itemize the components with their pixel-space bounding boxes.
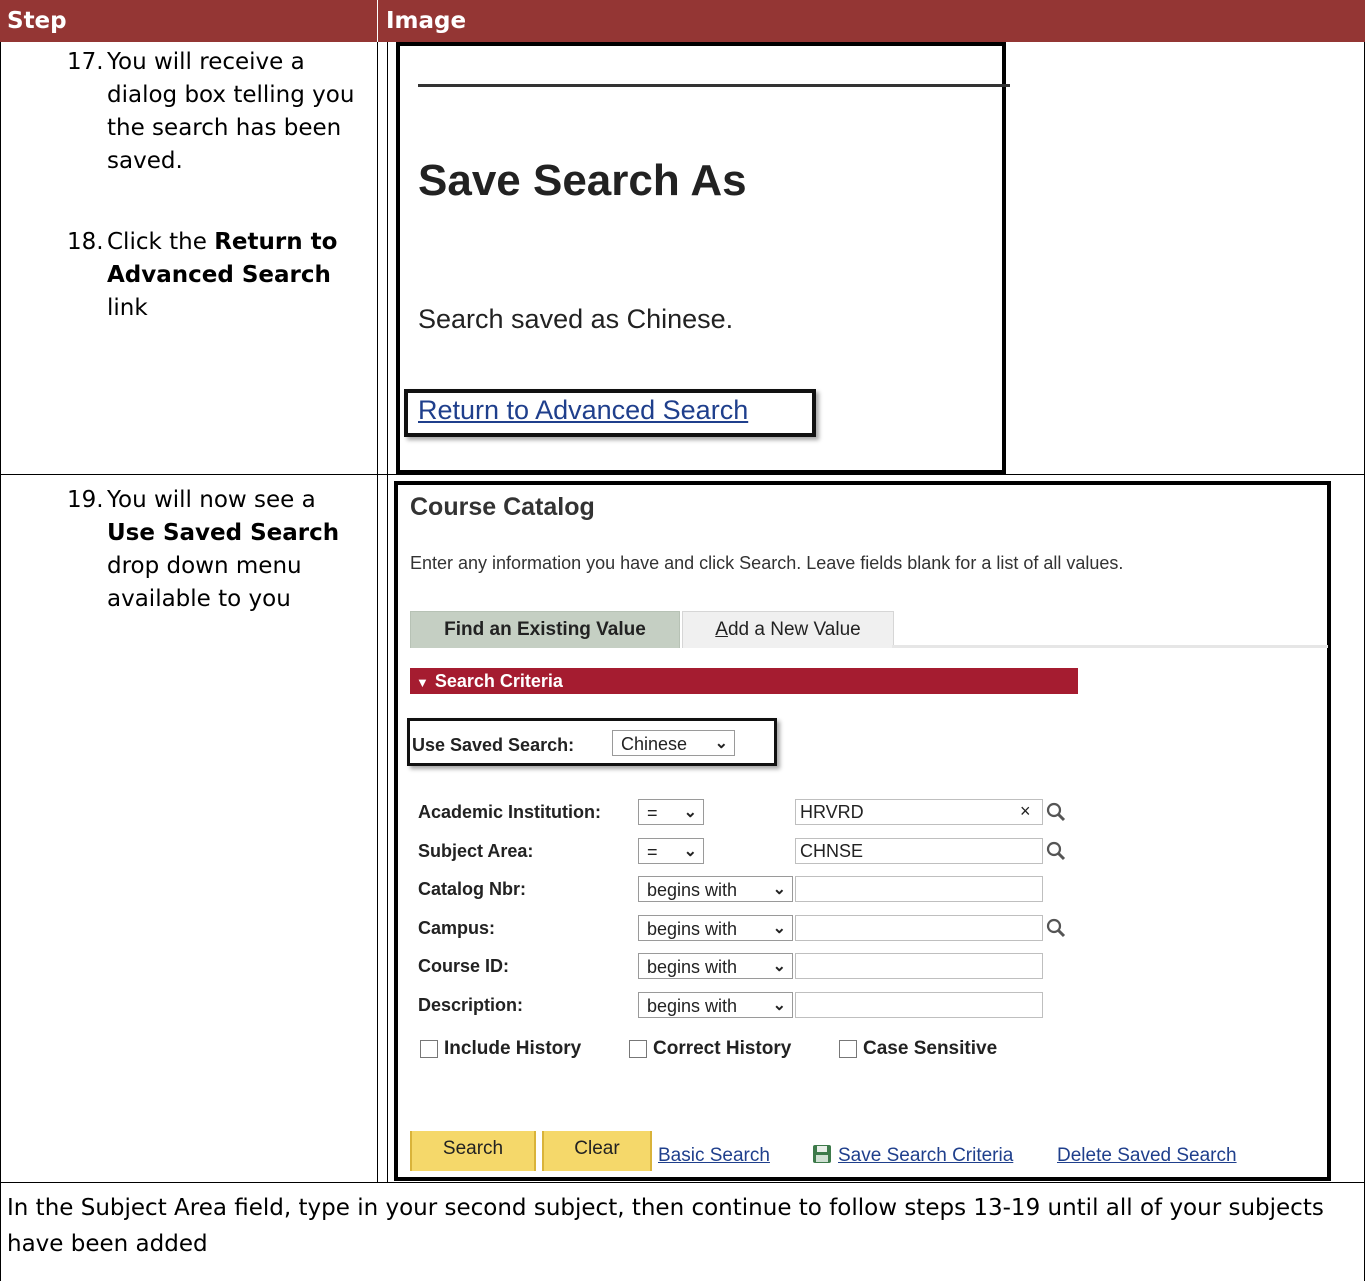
academic-institution-input[interactable]: HRVRD (795, 799, 1043, 825)
instructions-text: Enter any information you have and click… (410, 553, 1124, 573)
chevron-down-icon: ⌄ (772, 958, 786, 975)
include-history-checkbox[interactable] (420, 1040, 438, 1058)
correct-history-checkbox[interactable] (629, 1040, 647, 1058)
tab-baseline (892, 645, 1328, 648)
chevron-down-icon: ⌄ (772, 881, 786, 898)
step-19: 19. You will now see a Use Saved Search d… (67, 484, 372, 616)
case-sensitive-label: Case Sensitive (863, 1038, 998, 1059)
search-button[interactable]: Search (410, 1131, 536, 1171)
lookup-icon[interactable] (1045, 917, 1067, 939)
return-to-advanced-search-link[interactable]: Return to Advanced Search (418, 395, 748, 426)
correct-history-label: Correct History (653, 1038, 792, 1059)
use-saved-search-label: Use Saved Search: (412, 735, 575, 755)
course-catalog-screenshot: Course Catalog Enter any information you… (394, 481, 1331, 1181)
delete-saved-search-link[interactable]: Delete Saved Search (1057, 1145, 1237, 1167)
chevron-down-icon: ⌄ (772, 997, 786, 1014)
operator-select-academic-institution[interactable]: = ⌄ (638, 799, 704, 825)
column-divider (377, 42, 378, 1182)
catalog-nbr-input[interactable] (795, 876, 1043, 902)
include-history-label: Include History (444, 1038, 582, 1059)
instruction-table: Step Image 17. You will receive a dialog … (0, 0, 1365, 1281)
dialog-rule (418, 84, 1010, 87)
campus-input[interactable] (795, 915, 1043, 941)
step-number: 17. (67, 49, 104, 75)
use-saved-search-select[interactable]: Chinese ⌄ (612, 730, 735, 756)
step-17: 17. You will receive a dialog box telling… (67, 46, 372, 178)
field-label-academic-institution: Academic Institution: (418, 802, 602, 822)
operator-select-catalog-nbr[interactable]: begins with ⌄ (638, 876, 793, 902)
step-18: 18. Click the Return to Advanced Search l… (67, 226, 377, 325)
save-search-criteria-link[interactable]: Save Search Criteria (838, 1145, 1013, 1167)
operator-select-campus[interactable]: begins with ⌄ (638, 915, 793, 941)
tab-add-new-value[interactable]: Add a New Value (682, 611, 894, 648)
operator-select-subject-area[interactable]: = ⌄ (638, 838, 704, 864)
basic-search-link[interactable]: Basic Search (658, 1145, 770, 1167)
clear-button[interactable]: Clear (542, 1131, 652, 1171)
search-criteria-header[interactable]: ▼ Search Criteria (410, 668, 1078, 694)
dialog-title: Save Search As (418, 156, 747, 205)
save-icon (813, 1145, 831, 1163)
header-image: Image (386, 8, 467, 34)
tab-find-existing-value[interactable]: Find an Existing Value (410, 611, 680, 648)
saved-message: Search saved as Chinese. (418, 304, 734, 334)
page-title: Course Catalog (410, 493, 595, 521)
chevron-down-icon: ⌄ (683, 804, 697, 821)
header-divider (377, 0, 378, 42)
lookup-icon[interactable] (1045, 840, 1067, 862)
table-header: Step Image (0, 0, 1365, 42)
description-input[interactable] (795, 992, 1043, 1018)
field-label-subject-area: Subject Area: (418, 841, 534, 861)
chevron-down-icon: ⌄ (772, 920, 786, 937)
clear-field-icon[interactable]: × (1020, 801, 1031, 822)
step-number: 18. (67, 229, 104, 255)
field-label-catalog-nbr: Catalog Nbr: (418, 879, 526, 899)
row-divider-2 (0, 1182, 1365, 1183)
column-divider-inner (387, 42, 388, 1182)
table-left-border (0, 42, 1, 1281)
row-divider-1 (0, 474, 1365, 475)
field-label-description: Description: (418, 995, 524, 1015)
course-id-input[interactable] (795, 953, 1043, 979)
footer-instruction: In the Subject Area field, type in your … (7, 1195, 1324, 1257)
collapse-triangle-icon: ▼ (416, 675, 429, 690)
lookup-icon[interactable] (1045, 801, 1067, 823)
field-label-campus: Campus: (418, 918, 496, 938)
header-step: Step (7, 8, 67, 34)
case-sensitive-checkbox[interactable] (839, 1040, 857, 1058)
operator-select-course-id[interactable]: begins with ⌄ (638, 953, 793, 979)
field-label-course-id: Course ID: (418, 956, 510, 976)
save-search-dialog-screenshot: Save Search As Search saved as Chinese. … (396, 42, 1010, 474)
operator-select-description[interactable]: begins with ⌄ (638, 992, 793, 1018)
step-number: 19. (67, 487, 104, 513)
chevron-down-icon: ⌄ (683, 843, 697, 860)
chevron-down-icon: ⌄ (714, 735, 728, 752)
subject-area-input[interactable]: CHNSE (795, 838, 1043, 864)
